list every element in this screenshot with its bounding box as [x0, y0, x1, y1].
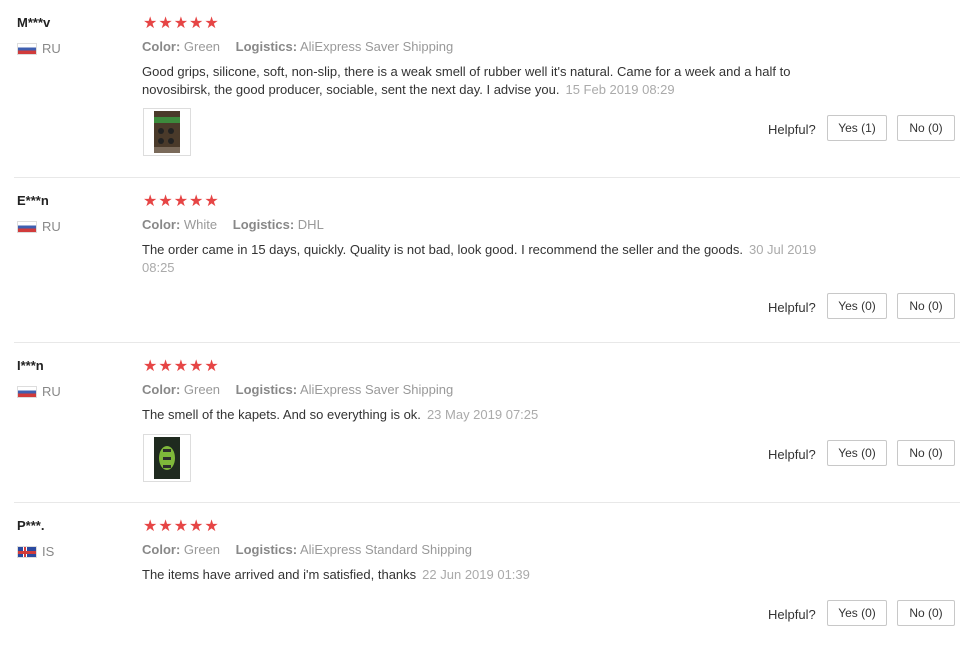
review-meta: Color: Green Logistics: AliExpress Stand…	[142, 542, 484, 557]
russia-flag-icon	[17, 42, 37, 55]
review-text: The order came in 15 days, quickly. Qual…	[142, 241, 852, 277]
color-value: Green	[183, 39, 221, 54]
review-date: 22 Jun 2019 01:39	[422, 567, 530, 582]
helpful-label: Helpful?	[768, 447, 816, 462]
review-meta: Color: White Logistics: DHL	[142, 217, 336, 232]
russia-flag-icon	[17, 220, 37, 233]
logistics-key: Logistics:	[235, 39, 298, 54]
color-key: Color:	[142, 39, 181, 54]
country-code: IS	[42, 544, 55, 559]
helpful-no-button[interactable]: No (0)	[897, 115, 955, 141]
color-key: Color:	[142, 382, 181, 397]
helpful-yes-button[interactable]: Yes (0)	[827, 293, 887, 319]
reviewer-name: P***.	[17, 518, 45, 533]
photo-thumbnail-icon	[154, 111, 180, 153]
country-code: RU	[42, 41, 61, 56]
helpful-no-button[interactable]: No (0)	[897, 440, 955, 466]
review-body: The smell of the kapets. And so everythi…	[142, 407, 421, 422]
star-rating: ★★★★★	[143, 518, 220, 535]
helpful-yes-button[interactable]: Yes (0)	[827, 600, 887, 626]
color-value: Green	[183, 382, 221, 397]
russia-flag-icon	[17, 385, 37, 398]
review-item: I***n RU ★★★★★ Color: Green Logistics: A…	[0, 343, 960, 503]
reviewer-country: RU	[17, 384, 61, 399]
photo-thumbnail-icon	[154, 437, 180, 479]
star-rating: ★★★★★	[143, 358, 220, 375]
review-date: 15 Feb 2019 08:29	[565, 82, 675, 97]
reviewer-name: M***v	[17, 15, 51, 30]
review-item: P***. IS ★★★★★ Color: Green Logistics: A…	[0, 503, 960, 646]
star-rating: ★★★★★	[143, 193, 220, 210]
reviewer-country: RU	[17, 41, 61, 56]
review-photo[interactable]	[143, 108, 191, 156]
review-text: Good grips, silicone, soft, non-slip, th…	[142, 63, 842, 99]
iceland-flag-icon	[17, 545, 37, 558]
helpful-yes-button[interactable]: Yes (1)	[827, 115, 887, 141]
review-body: The items have arrived and i'm satisfied…	[142, 567, 417, 582]
review-item: M***v RU ★★★★★ Color: Green Logistics: A…	[0, 0, 960, 178]
review-photo[interactable]	[143, 434, 191, 482]
review-item: E***n RU ★★★★★ Color: White Logistics: D…	[0, 178, 960, 343]
review-body: The order came in 15 days, quickly. Qual…	[142, 242, 743, 257]
color-key: Color:	[142, 217, 181, 232]
logistics-value: AliExpress Saver Shipping	[299, 39, 454, 54]
reviewer-name: E***n	[17, 193, 49, 208]
helpful-label: Helpful?	[768, 300, 816, 315]
color-value: Green	[183, 542, 221, 557]
color-key: Color:	[142, 542, 181, 557]
logistics-value: AliExpress Standard Shipping	[299, 542, 472, 557]
review-date: 23 May 2019 07:25	[426, 407, 539, 422]
helpful-label: Helpful?	[768, 607, 816, 622]
helpful-no-button[interactable]: No (0)	[897, 600, 955, 626]
review-text: The smell of the kapets. And so everythi…	[142, 406, 862, 424]
review-body: Good grips, silicone, soft, non-slip, th…	[142, 64, 791, 97]
logistics-key: Logistics:	[235, 382, 298, 397]
logistics-value: AliExpress Saver Shipping	[299, 382, 454, 397]
reviewer-country: RU	[17, 219, 61, 234]
review-meta: Color: Green Logistics: AliExpress Saver…	[142, 39, 465, 54]
star-rating: ★★★★★	[143, 15, 220, 32]
logistics-value: DHL	[297, 217, 324, 232]
color-value: White	[183, 217, 218, 232]
reviewer-name: I***n	[17, 358, 44, 373]
helpful-label: Helpful?	[768, 122, 816, 137]
country-code: RU	[42, 384, 61, 399]
review-meta: Color: Green Logistics: AliExpress Saver…	[142, 382, 465, 397]
helpful-no-button[interactable]: No (0)	[897, 293, 955, 319]
logistics-key: Logistics:	[235, 542, 298, 557]
logistics-key: Logistics:	[232, 217, 295, 232]
review-text: The items have arrived and i'm satisfied…	[142, 566, 862, 584]
reviewer-country: IS	[17, 544, 54, 559]
country-code: RU	[42, 219, 61, 234]
helpful-yes-button[interactable]: Yes (0)	[827, 440, 887, 466]
